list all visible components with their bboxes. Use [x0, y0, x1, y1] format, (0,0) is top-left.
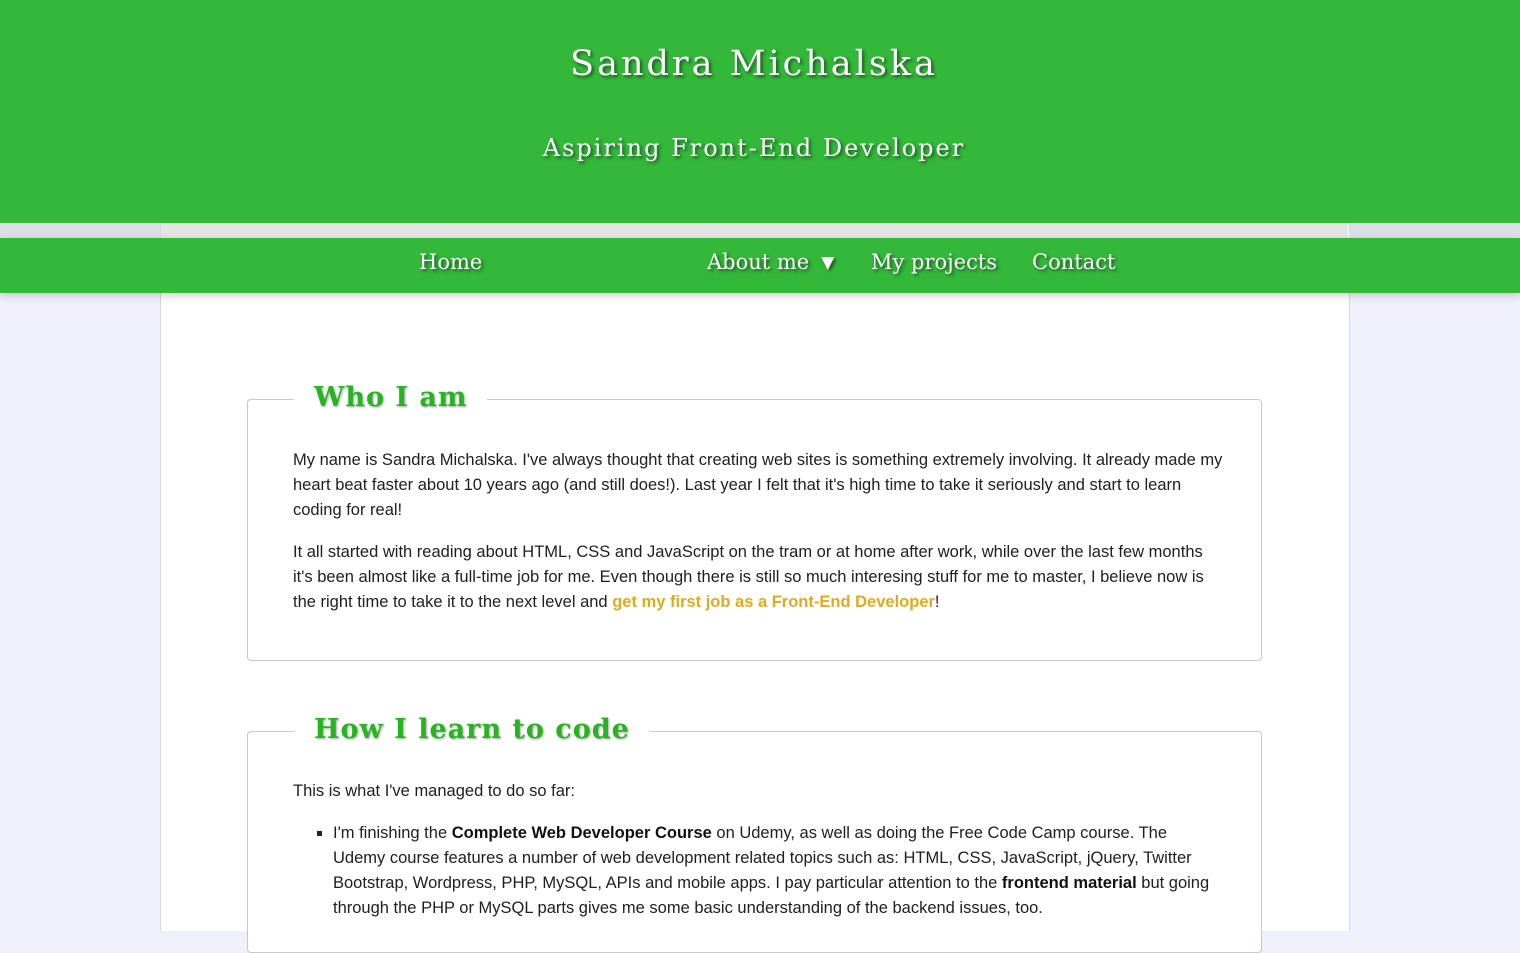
first-job-link[interactable]: get my first job as a Front-End Develope… [612, 593, 935, 611]
how-i-learn-section: How I learn to code This is what I've ma… [247, 711, 1262, 953]
nav-gap-inner [161, 223, 1348, 238]
site-subtitle: Aspiring Front-End Developer [542, 134, 966, 162]
how-i-learn-heading: How I learn to code [294, 711, 650, 749]
main-nav: Home About me ▼ My projects Contact [0, 238, 1520, 293]
nav-contact-link[interactable]: Contact [1032, 250, 1115, 274]
nav-my-projects-link[interactable]: My projects [871, 250, 997, 274]
how-i-learn-body: This is what I've managed to do so far: … [293, 779, 1223, 921]
list-item: I'm finishing the Complete Web Developer… [333, 821, 1223, 921]
nav-home-link[interactable]: Home [419, 250, 482, 274]
paragraph-text: ! [934, 593, 940, 611]
who-i-am-paragraph-1: My name is Sandra Michalska. I've always… [293, 451, 1223, 519]
who-i-am-section: Who I am My name is Sandra Michalska. I'… [247, 379, 1262, 661]
who-i-am-heading: Who I am [294, 379, 488, 417]
how-i-learn-intro: This is what I've managed to do so far: [293, 782, 575, 800]
site-title: Sandra Michalska [570, 44, 938, 84]
who-i-am-body: My name is Sandra Michalska. I've always… [293, 448, 1223, 632]
chevron-down-icon: ▼ [821, 253, 835, 273]
nav-about-me-label: About me [707, 250, 810, 274]
nav-about-me-dropdown[interactable]: About me ▼ [707, 250, 834, 274]
emphasis-text: frontend material [1001, 874, 1137, 892]
site-header: Sandra Michalska Aspiring Front-End Deve… [0, 0, 1520, 223]
who-i-am-paragraph-2: It all started with reading about HTML, … [293, 540, 1223, 615]
list-item-text: I'm finishing the [333, 824, 452, 842]
course-name: Complete Web Developer Course [451, 824, 712, 842]
learning-list: I'm finishing the Complete Web Developer… [293, 821, 1223, 921]
